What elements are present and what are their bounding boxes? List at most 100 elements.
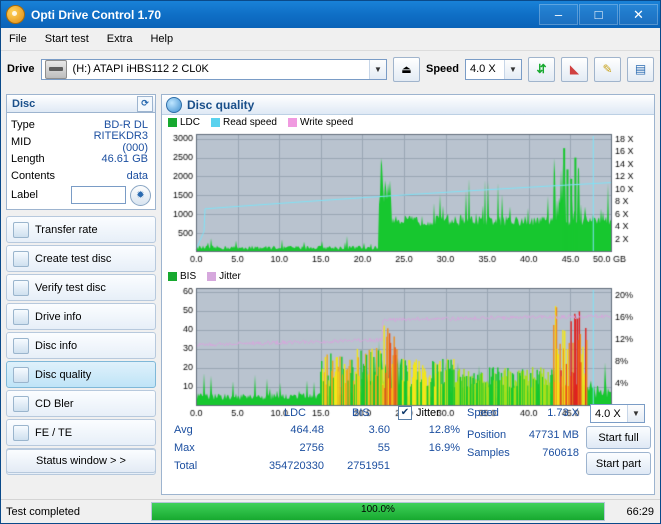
- disc-quality-header-icon: [166, 96, 182, 113]
- wrench-icon: ✎: [602, 62, 613, 76]
- stats-value-ldc-total: 354720330: [268, 460, 324, 472]
- legend-swatch-bis: [168, 272, 177, 281]
- disc-row-value: 46.61 GB: [101, 152, 148, 165]
- status-text: Test completed: [6, 505, 80, 518]
- fe-te-icon: [13, 424, 29, 441]
- chevron-down-icon: ▼: [368, 59, 386, 79]
- test-speed-select[interactable]: 4.0 X ▼: [590, 404, 645, 423]
- start-full-button[interactable]: Start full: [586, 426, 651, 449]
- stats-header-bis: BIS: [352, 407, 370, 419]
- sidebar-item-cd-bler[interactable]: CD Bler: [6, 390, 156, 417]
- eject-button[interactable]: ⏏: [392, 56, 420, 82]
- drive-select[interactable]: (H:) ATAPI iHBS112 2 CL0K ▼: [40, 58, 387, 80]
- menu-item-file[interactable]: File: [9, 33, 27, 45]
- legend-label-ldc: LDC: [180, 117, 201, 128]
- stats-value-bis-avg: 3.60: [368, 424, 390, 436]
- stats-value-jitter-max: 16.9%: [428, 442, 460, 454]
- chart-top-wrapper: [162, 128, 654, 268]
- samples-stat-value: 760618: [542, 447, 579, 459]
- legend-bottom: BIS Jitter: [162, 268, 654, 282]
- minimize-button[interactable]: –: [539, 4, 578, 25]
- chart-bis-jitter: [162, 282, 652, 422]
- legend-swatch-write-speed: [287, 118, 297, 127]
- save-button[interactable]: ▤: [627, 56, 654, 82]
- legend-label-jitter: Jitter: [219, 271, 241, 282]
- maximize-button[interactable]: □: [579, 4, 618, 25]
- legend-label-write-speed: Write speed: [299, 117, 354, 128]
- progress-text: 100.0%: [361, 504, 395, 515]
- legend-swatch-read-speed: [211, 118, 221, 127]
- stats-area: LDC BIS ✔ Jitter Avg Max Total 464.48 27…: [162, 402, 654, 494]
- position-stat-value: 47731 MB: [528, 429, 579, 441]
- stats-value-jitter-avg: 12.8%: [428, 424, 460, 436]
- left-panel: Disc ⟳ Type BD-R DL MID RITEKDR3 (000) L…: [6, 94, 156, 495]
- speed-stat-value: 1.73 X: [547, 407, 579, 419]
- speed-select-value: 4.0 X: [470, 63, 496, 75]
- sidebar-item-label: Drive info: [35, 310, 82, 323]
- menu-item-help[interactable]: Help: [150, 33, 173, 45]
- eraser-icon: ◣: [569, 62, 580, 76]
- status-window-button[interactable]: Status window > >: [6, 449, 156, 473]
- refresh-button[interactable]: ⇵: [528, 56, 555, 82]
- disc-row-mid: MID RITEKDR3 (000): [11, 130, 151, 154]
- chart-bottom-wrapper: [162, 282, 654, 422]
- sidebar-item-drive-info[interactable]: Drive info: [6, 303, 156, 330]
- jitter-checkbox-wrap[interactable]: ✔ Jitter: [398, 406, 440, 420]
- sidebar-item-fe-te[interactable]: FE / TE: [6, 419, 156, 446]
- eject-icon: ⏏: [401, 63, 412, 76]
- drive-select-value: (H:) ATAPI iHBS112 2 CL0K: [72, 63, 209, 75]
- floppy-icon: ▤: [634, 62, 647, 76]
- drive-toolbar: Drive (H:) ATAPI iHBS112 2 CL0K ▼ ⏏ Spee…: [1, 51, 660, 87]
- erase-button[interactable]: ◣: [561, 56, 588, 82]
- sidebar-item-disc-quality[interactable]: Disc quality: [6, 361, 156, 388]
- disc-row-label: Label ✹: [11, 184, 151, 206]
- stats-row-label-total: Total: [174, 460, 198, 472]
- speed-stat-label: Speed: [467, 407, 499, 419]
- start-part-button[interactable]: Start part: [586, 452, 651, 475]
- sidebar-item-label: CD Bler: [35, 397, 74, 410]
- sidebar-item-transfer-rate[interactable]: Transfer rate: [6, 216, 156, 243]
- tools-button[interactable]: ✎: [594, 56, 621, 82]
- menu-item-start-test[interactable]: Start test: [45, 33, 89, 45]
- refresh-icon: ⇵: [536, 62, 547, 76]
- disc-row-key: Length: [11, 152, 45, 165]
- position-stat-label: Position: [467, 429, 507, 441]
- cd-bler-icon: [13, 395, 29, 412]
- jitter-label: Jitter: [416, 407, 440, 419]
- jitter-checkbox[interactable]: ✔: [398, 406, 412, 420]
- sidebar-item-label: Disc info: [35, 339, 78, 352]
- sidebar-item-verify-test-disc[interactable]: Verify test disc: [6, 274, 156, 301]
- legend-item-ldc: LDC: [168, 117, 200, 128]
- label-action-icon[interactable]: ✹: [130, 184, 151, 206]
- menu-item-extra[interactable]: Extra: [107, 33, 133, 45]
- sidebar-item-label: FE / TE: [35, 426, 73, 439]
- disc-refresh-icon[interactable]: ⟳: [137, 95, 153, 112]
- transfer-rate-icon: [13, 221, 29, 238]
- label-input[interactable]: [71, 186, 126, 204]
- main-panel: Disc quality LDC Read speed Write speed: [161, 94, 655, 495]
- sidebar-item-label: Disc quality: [35, 368, 92, 381]
- main-panel-header: Disc quality: [162, 95, 654, 115]
- legend-swatch-jitter: [207, 272, 217, 281]
- sidebar-item-disc-info[interactable]: Disc info: [6, 332, 156, 359]
- stats-row-label-max: Max: [174, 442, 195, 454]
- sidebar-item-create-test-disc[interactable]: Create test disc: [6, 245, 156, 272]
- legend-label-read-speed: Read speed: [223, 117, 277, 128]
- close-button[interactable]: ✕: [619, 4, 658, 25]
- legend-item-jitter: Jitter: [207, 271, 241, 282]
- elapsed-time: 66:29: [626, 505, 654, 518]
- samples-stat-label: Samples: [467, 447, 510, 459]
- disc-row-key: MID: [11, 135, 32, 148]
- speed-label: Speed: [425, 63, 459, 75]
- speed-select[interactable]: 4.0 X ▼: [465, 58, 522, 80]
- disc-row-key: Label: [11, 189, 38, 201]
- stats-header-ldc: LDC: [284, 407, 307, 419]
- disc-row-value: RITEKDR3 (000): [93, 129, 148, 154]
- disc-row-value: data: [126, 169, 148, 182]
- nav-list: Transfer rate Create test disc Verify te…: [6, 216, 156, 475]
- disc-quality-icon: [13, 366, 29, 383]
- disc-panel-title: Disc: [12, 97, 36, 110]
- disc-row-key: Type: [11, 118, 35, 131]
- legend-item-read-speed: Read speed: [211, 117, 277, 128]
- chevron-down-icon: ▼: [504, 59, 521, 79]
